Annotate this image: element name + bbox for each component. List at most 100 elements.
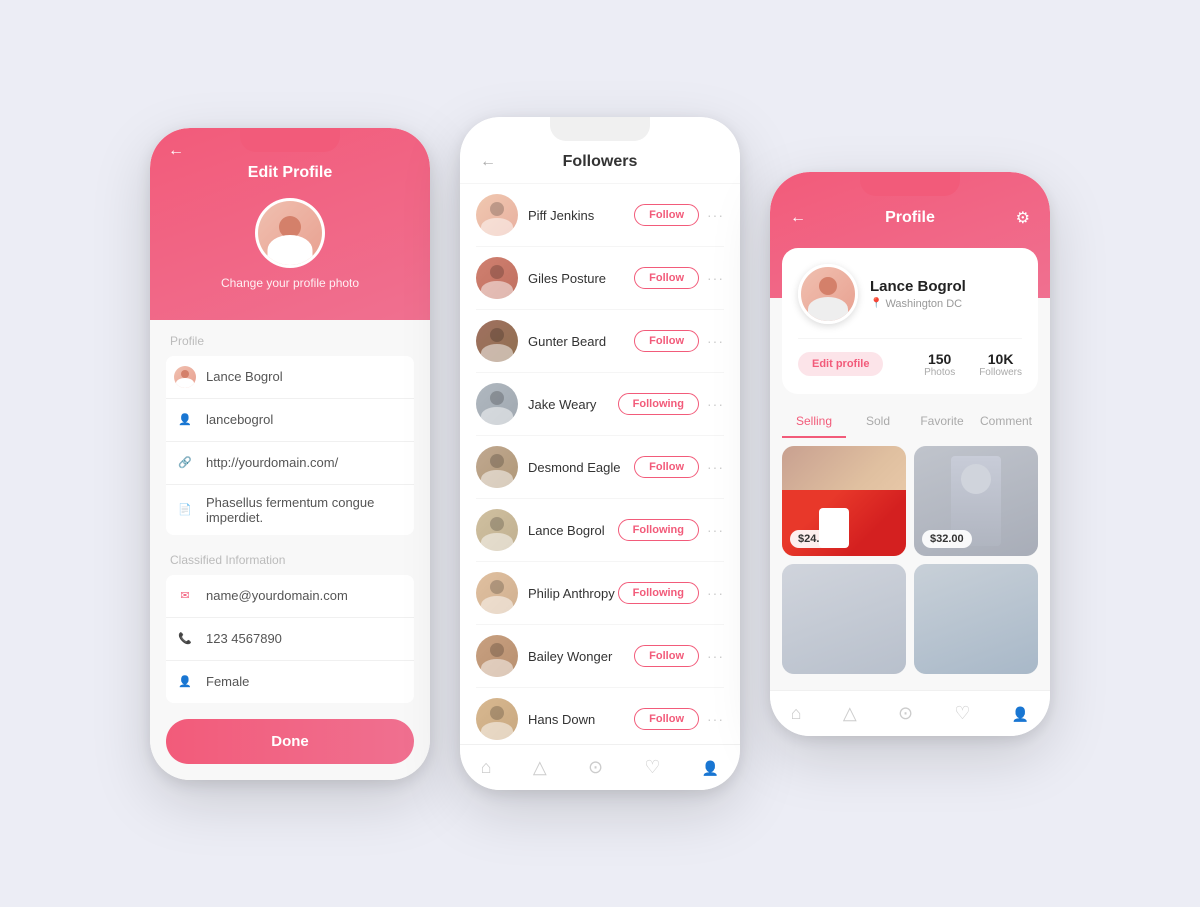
- follower-name: Hans Down: [528, 712, 634, 727]
- phone-field[interactable]: 📞 123 4567890: [166, 618, 414, 661]
- followers-back-icon[interactable]: ←: [480, 153, 496, 171]
- followers-count: 10K: [979, 351, 1022, 367]
- phone3-nav-profile[interactable]: [1012, 703, 1029, 724]
- follower-avatar: [476, 572, 518, 614]
- notch-inner-3: [860, 172, 960, 196]
- more-options-icon[interactable]: ···: [707, 396, 724, 412]
- phone3-nav-camera[interactable]: [898, 703, 913, 724]
- email-field-value: name@yourdomain.com: [206, 588, 348, 603]
- avatar-person1: [258, 201, 322, 265]
- photo-item-2[interactable]: $32.00: [914, 446, 1038, 556]
- follow-button[interactable]: Following: [618, 393, 699, 415]
- more-options-icon[interactable]: ···: [707, 333, 724, 349]
- follower-item: Piff Jenkins Follow ···: [476, 184, 724, 247]
- followers-label: Followers: [979, 367, 1022, 378]
- website-icon: 🔗: [174, 452, 196, 474]
- tab-sold[interactable]: Sold: [846, 406, 910, 438]
- done-button[interactable]: Done: [166, 719, 414, 764]
- photos-count: 150: [924, 351, 955, 367]
- phone3-nav-home[interactable]: [791, 703, 802, 724]
- follower-name: Desmond Eagle: [528, 460, 634, 475]
- follower-item: Gunter Beard Follow ···: [476, 310, 724, 373]
- follower-name: Bailey Wonger: [528, 649, 634, 664]
- more-options-icon[interactable]: ···: [707, 711, 724, 727]
- tab-favorite[interactable]: Favorite: [910, 406, 974, 438]
- tab-comment[interactable]: Comment: [974, 406, 1038, 438]
- gender-icon: 👤: [174, 671, 196, 693]
- profile-tabs: Selling Sold Favorite Comment: [770, 394, 1050, 438]
- more-options-icon[interactable]: ···: [707, 459, 724, 475]
- nav-profile-icon[interactable]: [702, 757, 719, 778]
- follower-item: Hans Down Follow ···: [476, 688, 724, 744]
- photo-placeholder-3: [782, 564, 906, 674]
- profile-back-icon[interactable]: ←: [790, 209, 806, 227]
- photo-item-1[interactable]: $24.90: [782, 446, 906, 556]
- follower-name: Gunter Beard: [528, 334, 634, 349]
- bio-field[interactable]: 📄 Phasellus fermentum congue imperdiet.: [166, 485, 414, 535]
- profile-location: 📍 Washington DC: [870, 298, 966, 310]
- follower-name: Piff Jenkins: [528, 208, 634, 223]
- more-options-icon[interactable]: ···: [707, 207, 724, 223]
- bio-icon: 📄: [174, 499, 196, 521]
- name-field[interactable]: Lance Bogrol: [166, 356, 414, 399]
- follow-button[interactable]: Following: [618, 582, 699, 604]
- more-options-icon[interactable]: ···: [707, 585, 724, 601]
- username-field[interactable]: 👤 lancebogrol: [166, 399, 414, 442]
- edit-profile-header: ← Edit Profile Change your profile photo: [150, 128, 430, 320]
- follow-button[interactable]: Follow: [634, 267, 699, 289]
- nav-camera-icon[interactable]: [588, 757, 603, 778]
- bio-field-value: Phasellus fermentum congue imperdiet.: [206, 495, 406, 525]
- email-field[interactable]: ✉ name@yourdomain.com: [166, 575, 414, 618]
- notch-inner-1: [240, 128, 340, 152]
- phone2-nav: [460, 744, 740, 790]
- settings-icon[interactable]: ⚙: [1016, 208, 1030, 228]
- username-field-value: lancebogrol: [206, 412, 273, 427]
- notch-2: [550, 117, 650, 141]
- gender-field[interactable]: 👤 Female: [166, 661, 414, 703]
- follower-avatar: [476, 383, 518, 425]
- follower-avatar: [476, 446, 518, 488]
- profile-photo[interactable]: [255, 198, 325, 268]
- follower-item: Giles Posture Follow ···: [476, 247, 724, 310]
- followers-stat: 10K Followers: [979, 351, 1022, 378]
- profile-section-label: Profile: [166, 320, 414, 356]
- followers-title: Followers: [563, 153, 638, 171]
- classified-fields-card: ✉ name@yourdomain.com 📞 123 4567890 👤 Fe…: [166, 575, 414, 703]
- tab-selling[interactable]: Selling: [782, 406, 846, 438]
- nav-send-icon[interactable]: [533, 757, 547, 778]
- phone3-nav-explore[interactable]: [954, 703, 970, 724]
- price-2: $32.00: [922, 530, 972, 548]
- follow-button[interactable]: Follow: [634, 456, 699, 478]
- follow-button[interactable]: Follow: [634, 204, 699, 226]
- phones-container: ← Edit Profile Change your profile photo…: [150, 117, 1050, 790]
- notch-3: [860, 172, 960, 196]
- email-icon: ✉: [174, 585, 196, 607]
- more-options-icon[interactable]: ···: [707, 648, 724, 664]
- back-arrow-icon[interactable]: ←: [168, 142, 184, 160]
- photo-item-4[interactable]: [914, 564, 1038, 674]
- more-options-icon[interactable]: ···: [707, 270, 724, 286]
- follow-button[interactable]: Follow: [634, 645, 699, 667]
- more-options-icon[interactable]: ···: [707, 522, 724, 538]
- nav-home-icon[interactable]: [481, 757, 492, 778]
- price-1: $24.90: [790, 530, 840, 548]
- nav-explore-icon[interactable]: [644, 757, 660, 778]
- follower-avatar: [476, 698, 518, 740]
- phone-followers: ← Followers Piff Jenkins Follow ··· Gile…: [460, 117, 740, 790]
- website-field[interactable]: 🔗 http://yourdomain.com/: [166, 442, 414, 485]
- change-photo-text[interactable]: Change your profile photo: [221, 276, 359, 290]
- edit-profile-button[interactable]: Edit profile: [798, 352, 883, 376]
- photo-placeholder-1: $24.90: [782, 446, 906, 556]
- follow-button[interactable]: Follow: [634, 330, 699, 352]
- profile3-info: Lance Bogrol 📍 Washington DC: [870, 278, 966, 310]
- phone-field-value: 123 4567890: [206, 631, 282, 646]
- phone3-nav-send[interactable]: [843, 703, 857, 724]
- follow-button[interactable]: Follow: [634, 708, 699, 730]
- notch-1: [240, 128, 340, 152]
- phone1-body: Profile Lance Bogrol 👤 lancebogrol 🔗 htt…: [150, 320, 430, 780]
- follower-item: Bailey Wonger Follow ···: [476, 625, 724, 688]
- follow-button[interactable]: Following: [618, 519, 699, 541]
- photo-item-3[interactable]: [782, 564, 906, 674]
- follower-avatar: [476, 194, 518, 236]
- phone-icon: 📞: [174, 628, 196, 650]
